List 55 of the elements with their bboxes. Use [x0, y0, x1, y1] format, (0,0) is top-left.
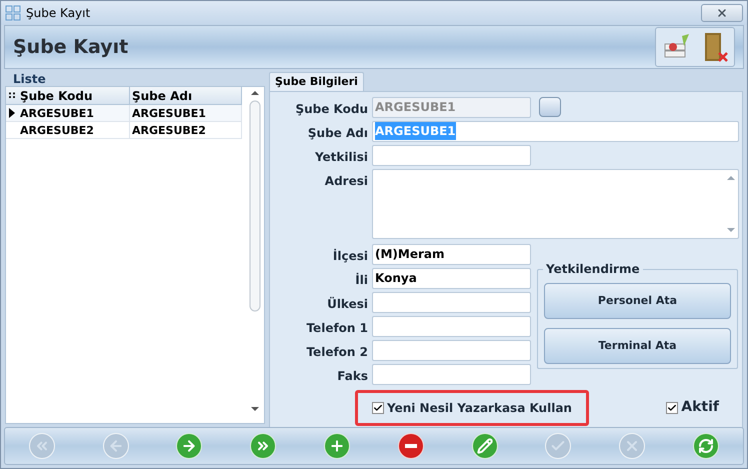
field-label: Şube Adı: [306, 125, 368, 142]
delete-button[interactable]: [398, 433, 424, 459]
checkbox[interactable]: [666, 402, 678, 414]
column-header[interactable]: Şube Adı: [130, 87, 242, 104]
refresh-icon: [698, 438, 714, 454]
plus-icon: [329, 438, 346, 454]
minus-icon: [404, 444, 417, 448]
pencil-icon: [476, 438, 493, 454]
field-label: Adresi: [324, 173, 368, 190]
list-title: Liste: [12, 72, 47, 86]
close-icon: [716, 7, 728, 19]
list-row[interactable]: ARGESUBE2 ARGESUBE2: [6, 122, 242, 139]
arrow-left-icon: [108, 438, 124, 454]
checkbox-label: Aktif: [681, 398, 719, 417]
next-button[interactable]: [176, 433, 202, 459]
table-cell: ARGESUBE1: [130, 105, 242, 121]
assign-button[interactable]: Personel Ata: [544, 283, 731, 319]
table-cell: ARGESUBE2: [130, 122, 242, 138]
add-button[interactable]: [324, 433, 350, 459]
group-title: Yetkilendirme: [543, 262, 643, 276]
field-label: Ülkesi: [326, 296, 368, 313]
app-icon: [5, 5, 21, 21]
input-field[interactable]: [372, 292, 531, 313]
exit-door-icon: [702, 31, 728, 63]
field-label: İli: [354, 272, 368, 289]
header-title: Şube Kayıt: [13, 34, 128, 60]
input-field[interactable]: [372, 340, 531, 361]
input-field[interactable]: (M)Meram: [372, 244, 531, 265]
input-field[interactable]: Konya: [372, 268, 531, 289]
input-field[interactable]: [372, 364, 531, 385]
edit-button[interactable]: [472, 433, 498, 459]
tab[interactable]: Şube Bilgileri: [269, 72, 364, 91]
column-header[interactable]: Şube Kodu: [18, 87, 130, 104]
checkbox[interactable]: [372, 402, 384, 414]
input-field[interactable]: [372, 316, 531, 337]
last-button[interactable]: [250, 433, 276, 459]
field-label: Faks: [336, 368, 368, 385]
refresh-button[interactable]: [693, 433, 720, 459]
assign-button[interactable]: Terminal Ata: [544, 328, 731, 364]
input-field[interactable]: [372, 145, 531, 166]
window-title: Şube Kayıt: [26, 5, 90, 22]
field-label: Telefon 1: [305, 320, 368, 337]
field-label: İlçesi: [332, 248, 368, 265]
grid-corner-icon: ::: [6, 87, 18, 104]
table-cell: ARGESUBE1: [18, 105, 130, 121]
field-label: Telefon 2: [305, 344, 368, 361]
lookup-button[interactable]: [539, 97, 561, 117]
field-label: Yetkilisi: [314, 149, 368, 166]
list-row[interactable]: ARGESUBE1 ARGESUBE1: [6, 105, 242, 122]
checkbox-label: Yeni Nesil Yazarkasa Kullan: [387, 400, 572, 416]
address-field[interactable]: [372, 169, 739, 239]
field-label: Şube Kodu: [294, 101, 368, 118]
close-button[interactable]: [701, 4, 743, 22]
table-cell: ARGESUBE2: [18, 122, 130, 138]
row-pointer-icon: [9, 108, 15, 118]
